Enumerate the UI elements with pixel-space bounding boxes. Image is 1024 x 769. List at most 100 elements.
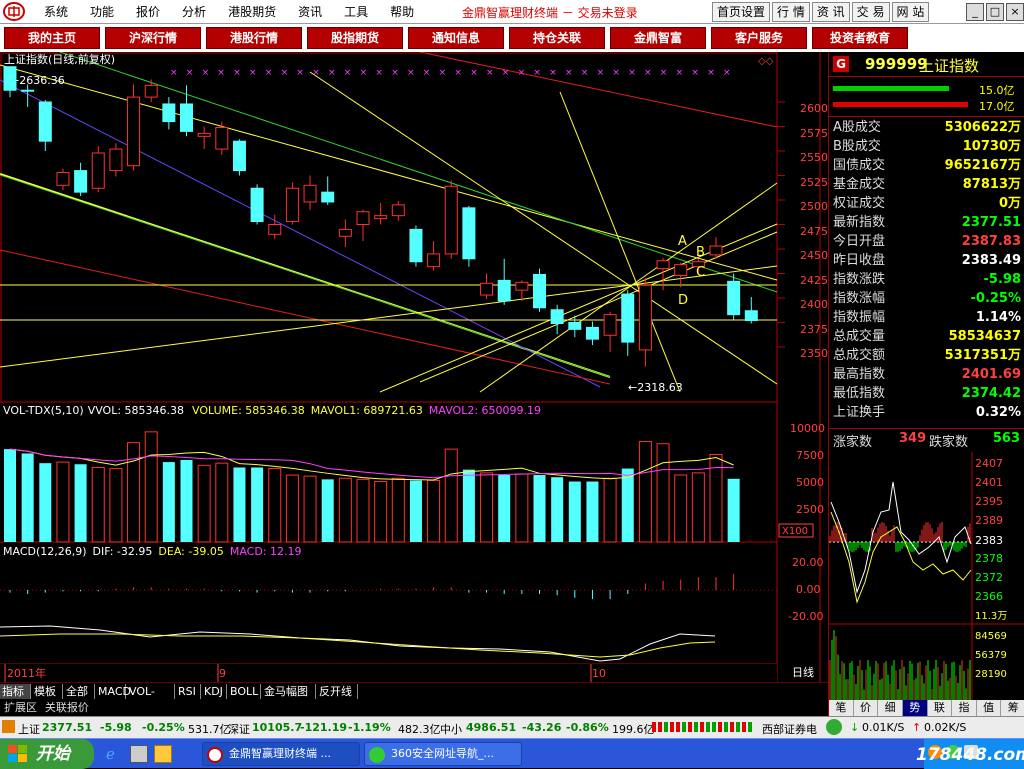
show-desktop-icon[interactable] (130, 745, 148, 763)
volume-bar (338, 477, 352, 543)
panel-tab-chips[interactable]: 筹 (1001, 700, 1024, 716)
tab-vol-tdx[interactable]: VOL-TDX (127, 684, 175, 713)
price-tick: 2475 (800, 225, 828, 238)
panel-tab-value[interactable]: 值 (977, 700, 1002, 716)
quote-row-value: 2383.49 (961, 253, 1021, 268)
tab-hk-market[interactable]: 港股行情 (206, 27, 302, 49)
price-tick: 2525 (800, 176, 828, 189)
tab-customer-service[interactable]: 客户服务 (711, 27, 807, 49)
ie-icon[interactable]: ℯ (106, 745, 124, 763)
quote-row: 国债成交 9652167万 (829, 156, 1024, 175)
zx-label[interactable]: 中小 (440, 721, 462, 737)
panel-tab-link[interactable]: 联 (928, 700, 953, 716)
volume-tick: 10000 (790, 422, 825, 435)
jinding-app-icon (207, 747, 223, 763)
tab-jinding-wealth[interactable]: 金鼎智富 (610, 27, 706, 49)
home-settings-button[interactable]: 首页设置 (712, 2, 771, 22)
tab-positions[interactable]: 持仓关联 (509, 27, 605, 49)
candle-body (709, 245, 723, 256)
tab-investor-education[interactable]: 投资者教育 (812, 27, 908, 49)
trade-button[interactable]: 交 易 (851, 2, 890, 22)
tab-notices[interactable]: 通知信息 (408, 27, 504, 49)
quote-row: A股成交 5306622万 (829, 118, 1024, 137)
tab-macd[interactable]: MACD (96, 684, 131, 699)
bar-red-value: 17.0亿 (979, 100, 1015, 113)
tab-kdj[interactable]: KDJ (202, 684, 227, 699)
quote-row-label: 指数振幅 (833, 310, 886, 325)
sz-change: -121.19 (300, 721, 348, 734)
website-button[interactable]: 网 站 (891, 2, 930, 22)
candle-body (444, 185, 458, 255)
quote-row-label: B股成交 (833, 139, 881, 154)
menu-quote[interactable]: 报价 (136, 0, 160, 24)
volume-bar (638, 441, 652, 543)
maximize-button[interactable]: □ (986, 3, 1004, 21)
volume-tick: 2500 (796, 503, 824, 516)
candle-body (727, 280, 741, 316)
sh-label[interactable]: 上证 (18, 721, 40, 737)
volume-bar (656, 443, 670, 543)
quote-row-value: 87813万 (962, 177, 1021, 192)
menu-hk-futures[interactable]: 港股期货 (228, 0, 276, 24)
menu-function[interactable]: 功能 (90, 0, 114, 24)
panel-tab-price[interactable]: 价 (854, 700, 879, 716)
minimize-button[interactable]: _ (966, 3, 984, 21)
info-mine-marker: × (723, 68, 731, 78)
panel-tab-ticks[interactable]: 笔 (829, 700, 854, 716)
volume-tick: 5000 (796, 476, 824, 489)
tab-indicator[interactable]: 指标 (0, 684, 31, 699)
sz-label[interactable]: 深证 (228, 721, 250, 737)
candle-body (197, 132, 211, 137)
close-button[interactable]: × (1006, 3, 1024, 21)
tab-my-home[interactable]: 我的主页 (4, 27, 100, 49)
sz-price: 10105.7 (252, 721, 303, 734)
tab-sh-sz-market[interactable]: 沪深行情 (105, 27, 201, 49)
tab-rsi[interactable]: RSI (176, 684, 201, 699)
menu-analysis[interactable]: 分析 (182, 0, 206, 24)
candle-body (232, 140, 246, 172)
intraday-mini-chart[interactable]: 2407 2401 2395 2389 2383 2378 2372 2366 … (829, 452, 1024, 700)
panel-tab-index[interactable]: 指 (952, 700, 977, 716)
quote-row-label: 总成交量 (833, 329, 886, 344)
volume-bar (727, 478, 740, 542)
related-quote-tab[interactable]: 关联报价 (45, 701, 89, 714)
mini-price-tick: 2372 (975, 571, 1003, 584)
quote-row-value: 5306622万 (944, 120, 1021, 135)
quote-row: 指数涨幅 -0.25% (829, 289, 1024, 308)
panel-tab-trend[interactable]: 势 (902, 700, 928, 716)
tab-reverse-line[interactable]: 反开线 (317, 684, 358, 699)
taskbar-item-360[interactable]: 360安全网址导航_... (364, 742, 522, 766)
macd-tick: 20.00 (792, 556, 824, 569)
market-button[interactable]: 行 情 (772, 2, 810, 22)
info-mine-marker: × (265, 68, 273, 78)
period-label[interactable]: 日线 (792, 665, 814, 679)
panel-tab-detail[interactable]: 细 (878, 700, 903, 716)
candle-body (462, 207, 476, 260)
tab-template[interactable]: 模板 (32, 684, 63, 699)
menu-system[interactable]: 系统 (44, 0, 68, 24)
info-button[interactable]: 资 讯 (811, 2, 850, 22)
start-button[interactable]: 开始 (0, 739, 94, 769)
taskbar-item-jinding[interactable]: 金鼎智赢理财终端 ... (202, 742, 360, 766)
tab-all[interactable]: 全部 (64, 684, 95, 699)
tab-boll[interactable]: BOLL (228, 684, 261, 699)
date-tick: 10 (592, 667, 606, 680)
volume-bar (321, 479, 334, 542)
ext-area-tab[interactable]: 扩展区 (4, 701, 37, 714)
menu-tools[interactable]: 工具 (344, 0, 368, 24)
k-line-chart[interactable]: 上证指数(日线,前复权) ←2636.36 ←2318.63 × × × × × × × × ×… (0, 52, 828, 682)
tab-index-futures[interactable]: 股指期货 (307, 27, 403, 49)
volume-unit: X100 (782, 526, 808, 537)
quote-row-value: 5317351万 (944, 348, 1021, 363)
tab-jinma-chart[interactable]: 金马幅图 (262, 684, 316, 699)
info-mine-marker: × (660, 68, 668, 78)
chart-options-icon[interactable]: ◇◇ (758, 56, 774, 67)
volume-bar (603, 477, 617, 543)
download-speed-icon: ↓ (850, 721, 860, 734)
folder-icon[interactable] (154, 745, 172, 763)
quote-row: 指数涨跌 -5.98 (829, 270, 1024, 289)
menu-help[interactable]: 帮助 (390, 0, 414, 24)
candle-body (215, 126, 229, 150)
menu-news[interactable]: 资讯 (298, 0, 322, 24)
info-mine-marker: × (644, 68, 652, 78)
